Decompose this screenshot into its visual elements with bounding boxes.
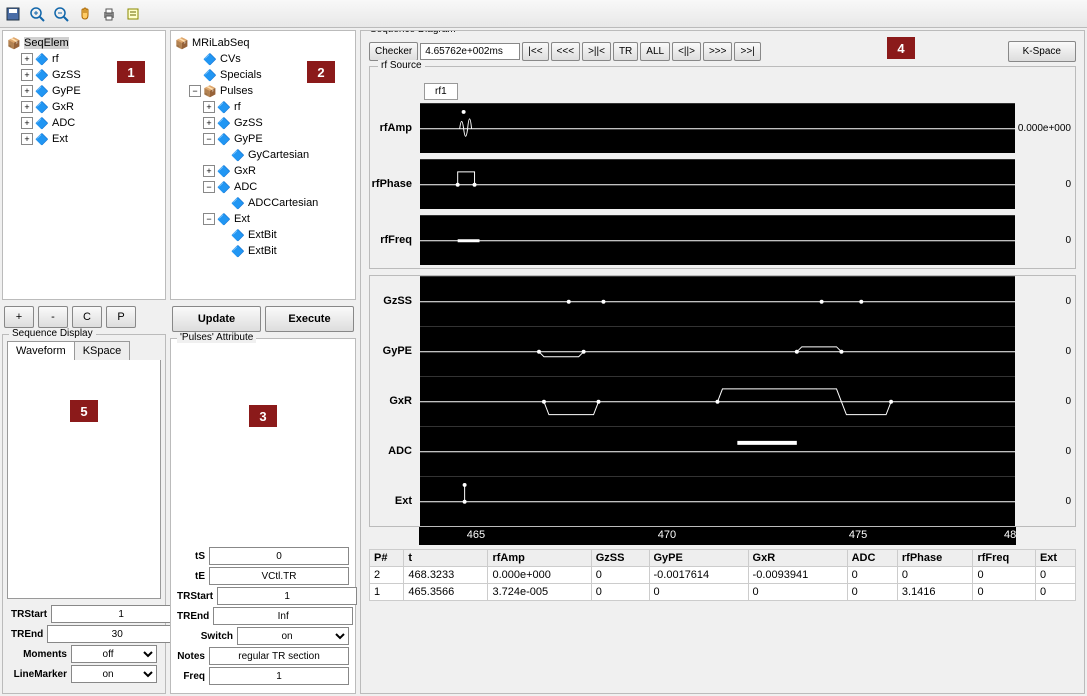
p-button[interactable]: P (106, 306, 136, 328)
tree-leaf-ADCCartesian[interactable]: 🔷ADCCartesian (175, 195, 351, 211)
tree-leaf-GyCartesian[interactable]: 🔷GyCartesian (175, 147, 351, 163)
seq-display-legend: Sequence Display (9, 328, 96, 339)
badge-4: 4 (887, 37, 915, 59)
checker-button[interactable]: Checker (369, 42, 418, 61)
wave-rfPhase[interactable] (420, 159, 1015, 210)
wave-label-GxR: GxR (370, 395, 420, 407)
add-button[interactable]: + (4, 306, 34, 328)
pulses-trstart-input[interactable] (217, 587, 357, 605)
pulses-attr-legend: 'Pulses' Attribute (177, 332, 256, 343)
nav-<<<[interactable]: <<< (551, 42, 581, 61)
rf-source-legend: rf Source (378, 60, 425, 71)
data-table: P#trfAmpGzSSGyPEGxRADCrfPhaserfFreqExt 2… (369, 549, 1076, 601)
wave-label-Ext: Ext (370, 495, 420, 507)
remove-button[interactable]: - (38, 306, 68, 328)
freq-input[interactable] (209, 667, 349, 685)
update-button[interactable]: Update (172, 306, 261, 332)
tree-root-seqelem[interactable]: 📦SeqElem (7, 35, 161, 51)
wave-rfAmp[interactable] (420, 103, 1015, 154)
wave-label-rfPhase: rfPhase (370, 178, 420, 190)
tree-pulses-GxR[interactable]: +🔷GxR (175, 163, 351, 179)
wave-rfFreq[interactable] (420, 215, 1015, 266)
seq-diagram-legend: Sequence Diagram (367, 30, 459, 35)
badge-3: 3 (249, 405, 277, 427)
linemarker-select[interactable]: on (71, 665, 157, 683)
tab-kspace[interactable]: KSpace (74, 341, 131, 360)
hand-icon[interactable] (76, 5, 94, 23)
nav->||<[interactable]: >||< (582, 42, 611, 61)
badge-1: 1 (117, 61, 145, 83)
tree-pulses-ADC[interactable]: −🔷ADC (175, 179, 351, 195)
wave-label-rfAmp: rfAmp (370, 122, 420, 134)
zoom-in-icon[interactable] (28, 5, 46, 23)
print-icon[interactable] (100, 5, 118, 23)
te-input[interactable] (209, 567, 349, 585)
main-toolbar (0, 0, 1087, 28)
tree-root-mrilabseq[interactable]: 📦MRiLabSeq (175, 35, 351, 51)
tree-item-ADC[interactable]: +🔷ADC (7, 115, 161, 131)
wave-GyPE[interactable] (420, 326, 1015, 377)
table-row[interactable]: 2468.32330.000e+0000-0.0017614-0.0093941… (370, 567, 1076, 584)
tab-waveform[interactable]: Waveform (7, 341, 75, 360)
nav-ALL[interactable]: ALL (640, 42, 670, 61)
tree-item-Ext[interactable]: +🔷Ext (7, 131, 161, 147)
nav-TR[interactable]: TR (613, 42, 638, 61)
tree-item-GyPE[interactable]: +🔷GyPE (7, 83, 161, 99)
rf-tab[interactable]: rf1 (424, 83, 458, 100)
switch-select[interactable]: on (237, 627, 349, 645)
wave-label-ADC: ADC (370, 445, 420, 457)
badge-2: 2 (307, 61, 335, 83)
c-button[interactable]: C (72, 306, 102, 328)
wave-label-GzSS: GzSS (370, 295, 420, 307)
kspace-button[interactable]: K-Space (1008, 41, 1076, 62)
ms-value: 4.65762e+002ms (420, 43, 520, 60)
wave-GxR[interactable] (420, 376, 1015, 427)
mrilabseq-tree: 2 📦MRiLabSeq 🔷CVs 🔷Specials −📦Pulses +🔷r… (170, 30, 356, 300)
tree-pulses-rf[interactable]: +🔷rf (175, 99, 351, 115)
nav->>>[interactable]: >>> (703, 42, 733, 61)
nav-|<<[interactable]: |<< (522, 42, 548, 61)
wave-Ext[interactable] (420, 476, 1015, 527)
tree-pulses[interactable]: −📦Pulses (175, 83, 351, 99)
wave-label-GyPE: GyPE (370, 345, 420, 357)
zoom-out-icon[interactable] (52, 5, 70, 23)
tree-pulses-GzSS[interactable]: +🔷GzSS (175, 115, 351, 131)
tree-pulses-GyPE[interactable]: −🔷GyPE (175, 131, 351, 147)
wave-label-rfFreq: rfFreq (370, 234, 420, 246)
pulses-trend-input[interactable] (213, 607, 353, 625)
notes-input[interactable] (209, 647, 349, 665)
tool-icon[interactable] (124, 5, 142, 23)
nav-<||>[interactable]: <||> (672, 42, 701, 61)
tree-item-GxR[interactable]: +🔷GxR (7, 99, 161, 115)
table-row[interactable]: 1465.35663.724e-00500003.141600 (370, 584, 1076, 601)
tree-pulses-Ext[interactable]: −🔷Ext (175, 211, 351, 227)
trend-input[interactable] (47, 625, 187, 643)
tree-leaf-ExtBit[interactable]: 🔷ExtBit (175, 243, 351, 259)
seqelem-tree: 1 📦SeqElem +🔷rf+🔷GzSS+🔷GyPE+🔷GxR+🔷ADC+🔷E… (2, 30, 166, 300)
execute-button[interactable]: Execute (265, 306, 354, 332)
ts-input[interactable] (209, 547, 349, 565)
wave-GzSS[interactable] (420, 276, 1015, 327)
badge-5: 5 (70, 400, 98, 422)
tree-leaf-ExtBit[interactable]: 🔷ExtBit (175, 227, 351, 243)
nav->>|[interactable]: >>| (734, 42, 760, 61)
save-icon[interactable] (4, 5, 22, 23)
wave-ADC[interactable] (420, 426, 1015, 477)
moments-select[interactable]: off (71, 645, 157, 663)
